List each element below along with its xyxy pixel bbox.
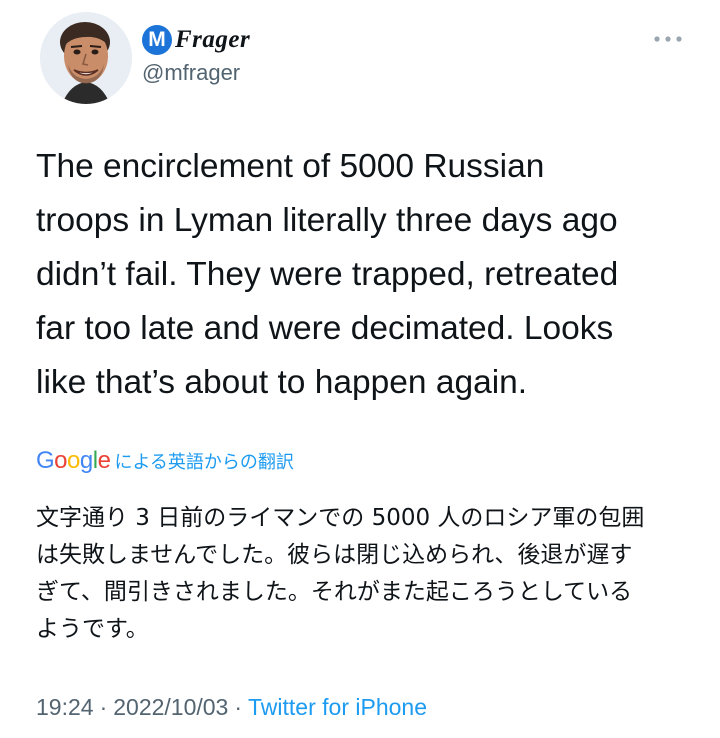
meta-separator: ·: [99, 694, 108, 720]
author-badge: M: [142, 25, 172, 55]
tweet-text: The encirclement of 5000 Russian troops …: [36, 148, 619, 401]
translated-text: 文字通り 3 日前のライマンでの 5000 人のロシア軍の包囲 は失敗しませんで…: [36, 505, 645, 642]
display-name: Frager: [175, 26, 251, 53]
tweet-date[interactable]: 2022/10/03: [113, 694, 228, 721]
google-logo-letter: e: [97, 447, 111, 474]
tweet-meta: 19:24 · 2022/10/03 · Twitter for iPhone: [36, 694, 427, 721]
translation-label: による英語からの翻訳: [114, 452, 294, 472]
google-logo-letter: o: [67, 447, 80, 474]
author-name[interactable]: M Frager: [142, 22, 250, 58]
more-button[interactable]: [650, 26, 686, 52]
tweet-time[interactable]: 19:24: [36, 694, 94, 721]
tweet-source-link[interactable]: Twitter for iPhone: [248, 694, 427, 721]
google-logo: Google: [36, 447, 111, 475]
meta-separator: ·: [234, 694, 243, 720]
google-logo-letter: o: [54, 447, 68, 474]
avatar[interactable]: [40, 12, 132, 104]
google-logo-letter: G: [36, 447, 55, 474]
google-logo-letter: g: [79, 447, 93, 474]
tweet-card: M Frager @mfrager The encirclement of 50…: [0, 0, 720, 738]
more-dots-icon: [654, 36, 682, 42]
author-handle[interactable]: @mfrager: [142, 60, 240, 86]
translation-attribution[interactable]: Google による英語からの翻訳: [36, 446, 294, 476]
avatar-image: [40, 12, 132, 104]
